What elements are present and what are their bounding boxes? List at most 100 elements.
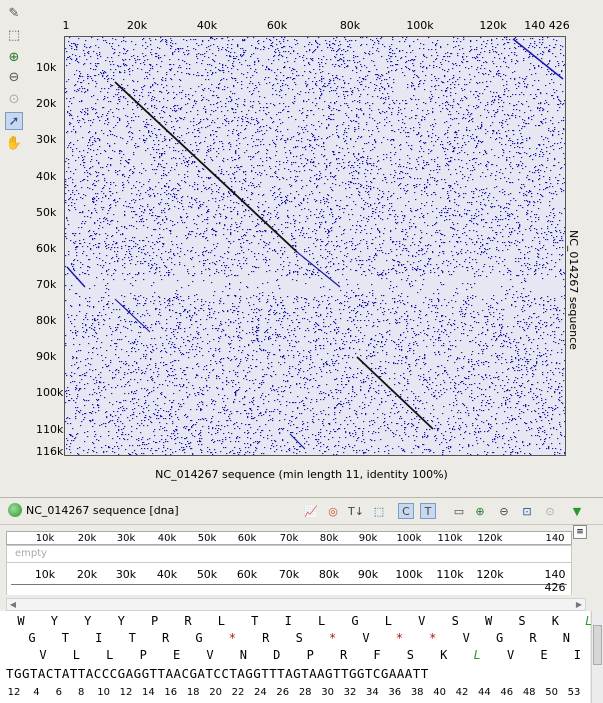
amino-acid: L [473,648,481,662]
position-number: 6 [55,687,62,698]
position-number: 10 [97,687,110,698]
ruler-tick: 60k [236,568,258,581]
select-region-icon[interactable]: ⬚ [371,503,387,519]
select-rect-icon[interactable]: ⬚ [5,26,23,44]
annotation-track: empty [6,545,572,563]
position-number: 48 [522,687,536,698]
position-number: 46 [500,687,514,698]
amino-acid: R [529,631,537,645]
zoom-region-icon[interactable]: ⊡ [519,503,535,519]
amino-acid: E [172,648,181,662]
position-number: 24 [254,687,267,698]
complement-toggle-icon[interactable]: C [398,503,414,519]
vertical-scrollbar[interactable] [591,611,603,703]
position-number: 28 [298,687,312,698]
ruler-tick: 90k [357,568,379,581]
amino-acid: Y [117,614,125,628]
horizontal-scrollbar[interactable]: ◀ ▶ [6,598,586,611]
overview-icon[interactable]: ▭ [451,503,467,519]
y-tick-label: 20k [36,97,57,110]
x-tick-label: 60k [266,19,288,32]
amino-acid: I [95,631,103,645]
x-tick-label: 40k [196,19,218,32]
y-tick-label: 40k [36,170,57,183]
ruler-tick: 70k [279,533,299,544]
y-tick-label: 10k [36,61,57,74]
position-number: 32 [343,687,357,698]
position-number: 38 [410,687,424,698]
y-tick-label: 110k [36,423,64,436]
amino-acid: V [206,648,214,662]
x-tick-label: 1 [62,19,70,32]
amino-acid: D [273,648,281,662]
zoom-in-seq-icon[interactable]: ⊕ [472,503,488,519]
dna-sequence-line[interactable]: TGGTACTATTACCCGAGGTTAACGATCCTAGGTTTAGTAA… [6,666,429,681]
zoom-fit-seq-icon[interactable]: ⊙ [542,503,558,519]
amino-acid: T [128,631,136,645]
position-number: 4 [33,687,40,698]
sequence-panel: NC_014267 sequence [dna] 📈 ◎ T↓ ⬚ C T ▭ … [0,497,603,703]
x-tick-label: 20k [126,19,148,32]
color-wheel-icon[interactable]: ◎ [325,503,341,519]
chart-icon[interactable]: 📈 [303,503,319,519]
ruler-tick: 10k [34,568,56,581]
position-number: 44 [478,687,491,698]
position-number: 36 [388,687,402,698]
translation-frame-3: VLLPEVNDPRFSKLVEI [0,648,590,664]
amino-acid: P [306,648,314,662]
sequence-view[interactable]: WYYYPRLTILGLVSWSKL G T I T R G * R S * V * * V G R N VLL… [0,611,592,703]
ruler-tick: 30k [115,568,137,581]
y-tick-label: 80k [36,314,57,327]
amino-acid: R [262,631,270,645]
x-tick-label: 140 426 [524,19,570,32]
translation-frame-1: WYYYPRLTILGLVSWSKL [0,614,592,630]
amino-acid: I [573,648,582,662]
amino-acid: F [373,648,381,662]
ruler-tick: 110k [437,533,463,544]
vertical-scroll-thumb[interactable] [593,625,602,665]
text-format-icon[interactable]: T↓ [348,503,364,519]
scroll-left-icon[interactable]: ◀ [7,599,19,610]
sidebar-toggle-icon[interactable]: ≡ [573,525,587,539]
pencil-icon[interactable]: ✎ [5,4,23,22]
x-axis-label: NC_014267 sequence (min length 11, ident… [155,468,448,481]
y-tick-label: 100k [36,386,64,399]
dotplot-canvas[interactable] [64,36,566,456]
translation-toggle-icon[interactable]: T [420,503,436,519]
position-number: 20 [209,687,222,698]
amino-acid: Y [84,614,92,628]
y-tick-label: 60k [36,242,57,255]
amino-acid: W [484,614,493,628]
zoom-out-icon[interactable]: ⊖ [5,68,23,86]
amino-acid: R [339,648,348,662]
dna-sequence-icon [8,503,22,517]
diagonal-segment [296,251,341,288]
pointer-icon[interactable]: ➚ [5,112,23,130]
sequence-header: NC_014267 sequence [dna] 📈 ◎ T↓ ⬚ C T ▭ … [0,498,603,525]
x-axis-ticks: 1 20k 40k 60k 80k 100k 120k 140 426 [30,14,570,36]
y-tick-label: 30k [36,133,57,146]
secondary-diagonal [356,356,434,430]
amino-acid: P [139,648,147,662]
amino-acid: * [328,631,337,645]
zoom-out-seq-icon[interactable]: ⊖ [496,503,512,519]
ruler-tick: 120k [477,533,503,544]
amino-acid: T [251,614,259,628]
empty-track-label: empty [15,548,48,559]
zoom-in-icon[interactable]: ⊕ [5,48,23,66]
ruler-tick: 110k [436,568,464,581]
amino-acid: L [217,614,226,628]
y-tick-label: 70k [36,278,57,291]
hand-icon[interactable]: ✋ [5,134,23,152]
left-toolbar: ✎ ⬚ ⊕ ⊖ ⊙ ➚ ✋ [0,0,30,460]
amino-acid: * [429,631,437,645]
collapse-panel-icon[interactable]: ▼ [569,503,585,519]
position-number: 50 [545,687,558,698]
overview-ruler[interactable]: 10k 20k 30k 40k 50k 60k 70k 80k 90k 100k 110k 120k 1… [6,531,572,555]
y-tick-label: 116k [36,445,64,458]
position-number: 30 [321,687,334,698]
scroll-right-icon[interactable]: ▶ [573,599,585,610]
x-tick-label: 120k [479,19,507,32]
zoom-fit-icon[interactable]: ⊙ [5,90,23,108]
detail-ruler[interactable]: 10k 20k 30k 40k 50k 60k 70k 80k 90k 100k 110k 120k 1… [6,563,572,595]
